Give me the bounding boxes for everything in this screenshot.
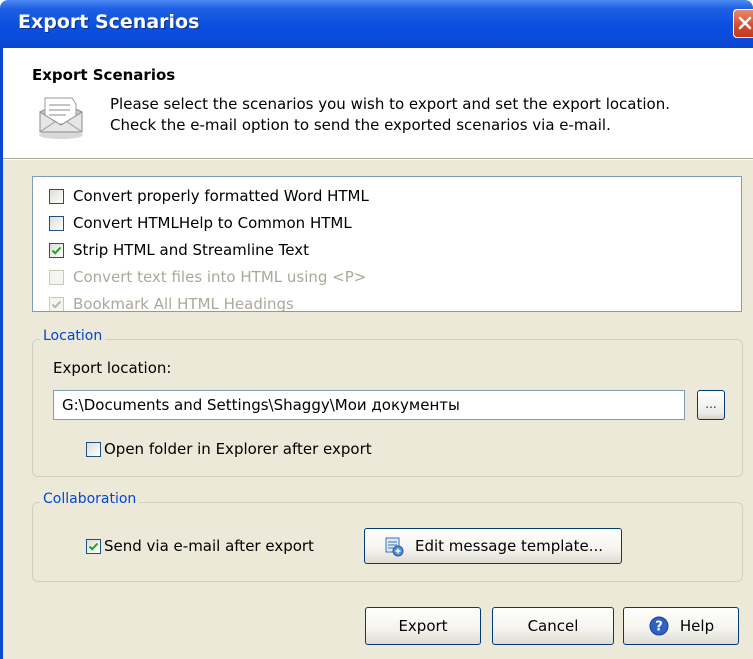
dialog-header: Export Scenarios Please select the scena… (3, 48, 753, 159)
scenario-item[interactable]: Convert properly formatted Word HTML (49, 185, 369, 207)
window-title: Export Scenarios (18, 11, 200, 33)
scenario-label: Strip HTML and Streamline Text (73, 241, 309, 259)
location-caption: Location (40, 328, 106, 344)
scenario-item[interactable]: Convert HTMLHelp to Common HTML (49, 212, 352, 234)
scenario-label: Convert properly formatted Word HTML (73, 187, 369, 205)
open-folder-checkbox[interactable] (86, 441, 101, 457)
scenario-checkbox[interactable] (49, 188, 64, 204)
header-description-line: Check the e-mail option to send the expo… (110, 116, 611, 134)
export-location-label: Export location: (53, 359, 172, 377)
close-button[interactable] (733, 9, 753, 38)
scenario-label: Convert text files into HTML using <P> (73, 268, 367, 286)
scenario-item: Bookmark All HTML Headings (49, 293, 294, 312)
scenario-label: Convert HTMLHelp to Common HTML (73, 214, 352, 232)
close-icon (738, 16, 752, 30)
send-email-checkbox[interactable] (86, 538, 101, 554)
send-email-option[interactable]: Send via e-mail after export (86, 537, 314, 555)
scenario-item[interactable]: Strip HTML and Streamline Text (49, 239, 309, 261)
scenario-label: Bookmark All HTML Headings (73, 295, 294, 312)
mail-template-icon (383, 535, 405, 557)
header-divider (3, 159, 753, 160)
cancel-label: Cancel (527, 617, 579, 635)
export-label: Export (398, 617, 448, 635)
scenario-checkbox[interactable] (49, 242, 64, 258)
help-label: Help (679, 617, 715, 635)
scenario-item: Convert text files into HTML using <P> (49, 266, 366, 288)
header-description: Please select the scenarios you wish to … (110, 94, 740, 136)
checkmark-icon (51, 300, 62, 309)
header-description-line: Please select the scenarios you wish to … (110, 95, 670, 113)
help-icon: ? (648, 615, 670, 637)
scenario-list[interactable]: Convert properly formatted Word HTML Con… (32, 176, 742, 312)
open-folder-label: Open folder in Explorer after export (104, 440, 372, 458)
edit-template-label: Edit message template... (414, 537, 603, 555)
scenario-checkbox (49, 269, 64, 285)
export-location-input[interactable]: G:\Documents and Settings\Shaggy\Мои док… (53, 390, 685, 420)
help-button[interactable]: ? Help (623, 607, 739, 645)
checkmark-icon (88, 542, 99, 551)
export-button[interactable]: Export (365, 607, 481, 645)
svg-text:?: ? (655, 620, 663, 635)
title-bar[interactable]: Export Scenarios (0, 0, 753, 48)
scenario-checkbox[interactable] (49, 215, 64, 231)
edit-template-button[interactable]: Edit message template... (364, 528, 622, 564)
browse-button[interactable]: ... (697, 390, 725, 420)
open-folder-option[interactable]: Open folder in Explorer after export (86, 440, 372, 458)
scenario-checkbox (49, 296, 64, 311)
send-email-label: Send via e-mail after export (104, 537, 314, 555)
envelope-export-icon (39, 97, 83, 139)
collaboration-caption: Collaboration (40, 491, 140, 507)
checkmark-icon (51, 246, 62, 255)
header-title: Export Scenarios (32, 66, 176, 84)
cancel-button[interactable]: Cancel (492, 607, 614, 645)
